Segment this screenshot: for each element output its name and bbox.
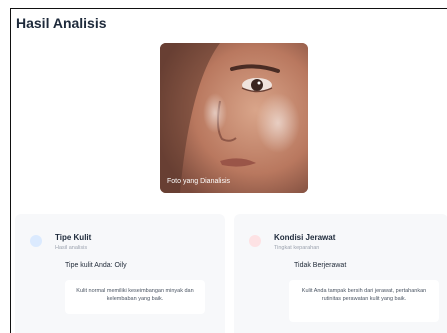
page-title: Hasil Analisis — [16, 15, 107, 31]
acne-condition-description: Kulit Anda tampak bersih dari jerawat, p… — [289, 280, 439, 322]
acne-condition-title: Kondisi Jerawat — [274, 233, 336, 242]
acne-condition-card: Kondisi Jerawat Tingkat keparahan Tidak … — [234, 214, 447, 333]
skin-type-value: Tipe kulit Anda: Oily — [65, 262, 127, 269]
photo-caption: Foto yang Dianalisis — [167, 178, 231, 185]
acne-condition-dot — [249, 235, 261, 247]
face-illustration — [160, 43, 308, 193]
skin-type-description: Kulit normal memiliki keseimbangan minya… — [65, 280, 205, 314]
acne-condition-value: Tidak Berjerawat — [294, 262, 347, 269]
skin-type-title: Tipe Kulit — [55, 233, 92, 242]
analysis-panel: Hasil Analisis Foto yang Dianalisis Tipe… — [10, 8, 447, 333]
acne-condition-subtitle: Tingkat keparahan — [274, 245, 320, 251]
skin-type-card: Tipe Kulit Hasil analisis Tipe kulit And… — [15, 214, 225, 333]
skin-type-subtitle: Hasil analisis — [55, 245, 88, 251]
skin-type-dot — [30, 235, 42, 247]
analyzed-photo: Foto yang Dianalisis — [160, 43, 308, 193]
